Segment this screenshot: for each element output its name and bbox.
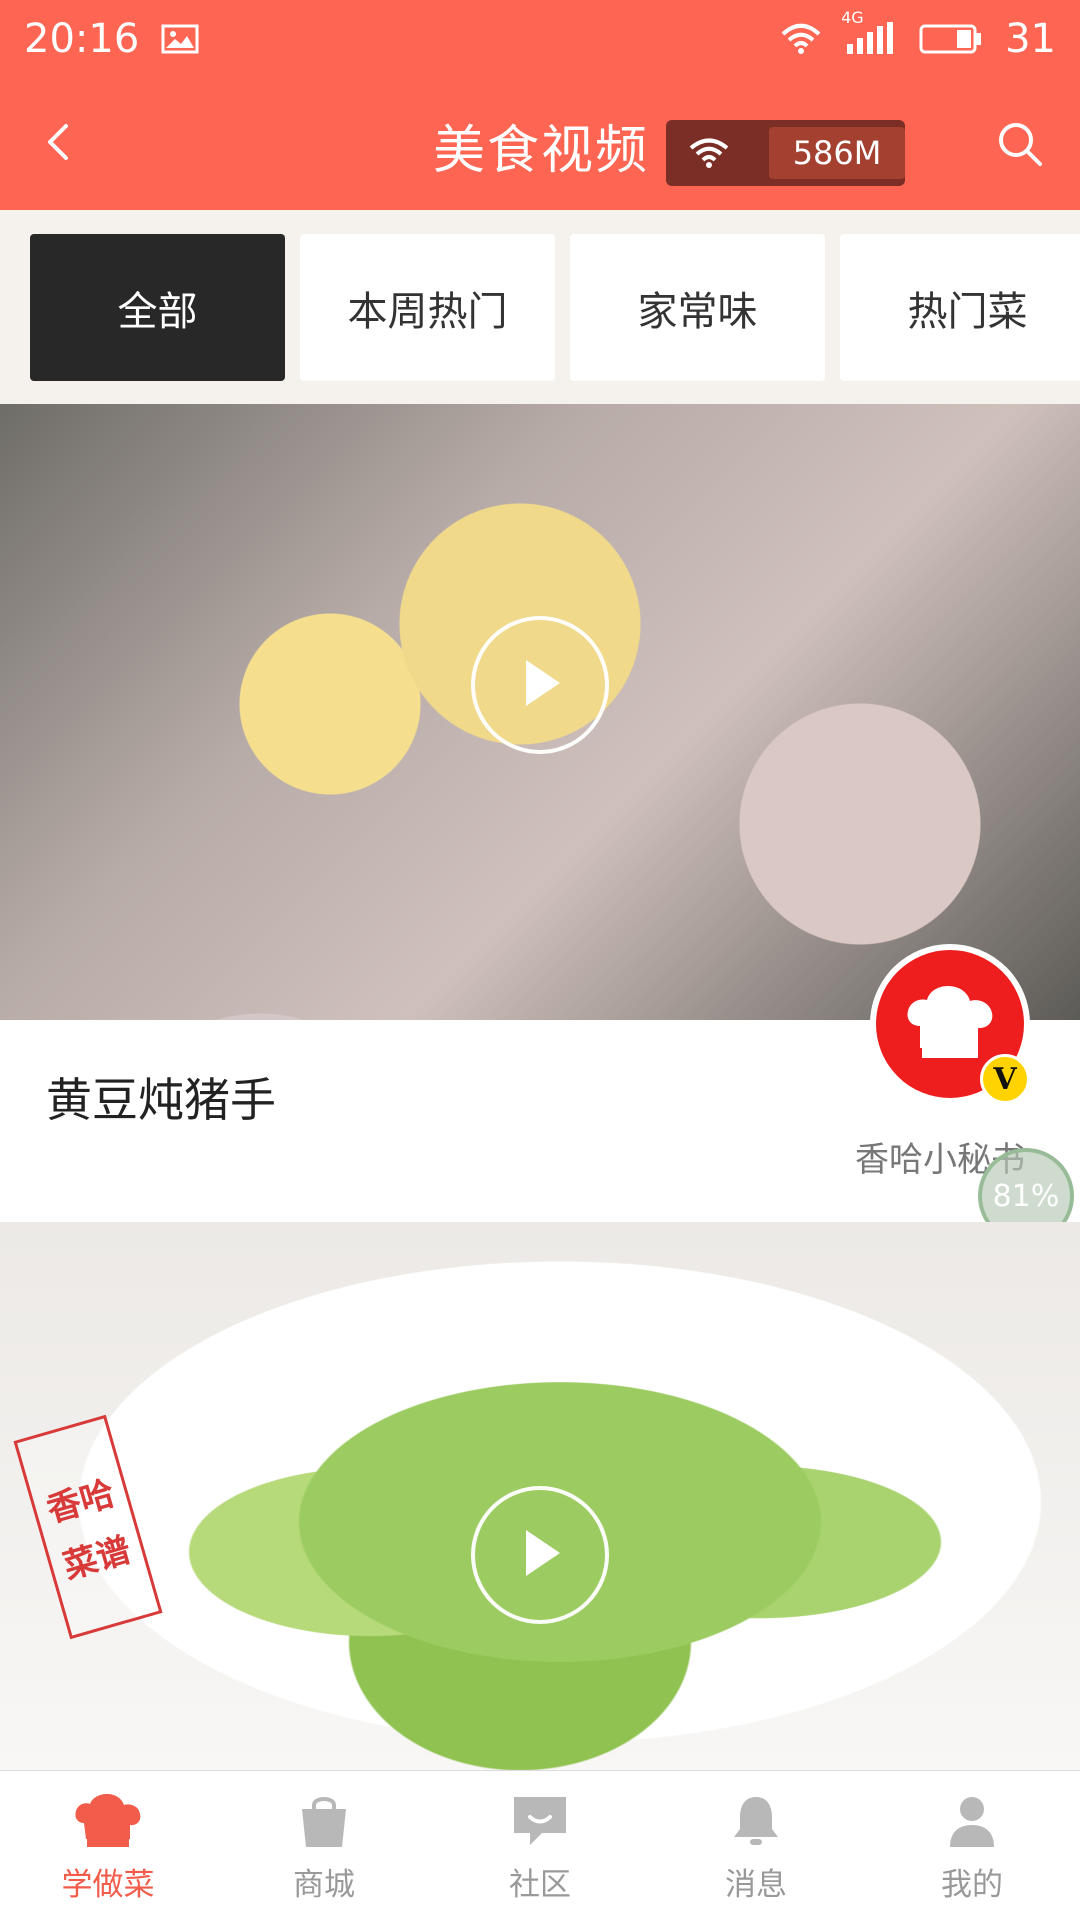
bell-icon — [720, 1789, 792, 1853]
nav-messages[interactable]: 消息 — [648, 1771, 864, 1921]
status-time: 20:16 — [24, 16, 140, 62]
tab-weekly-hot[interactable]: 本周热门 — [300, 234, 555, 381]
chef-hat-icon — [72, 1789, 144, 1853]
tab-label: 热门菜 — [907, 288, 1028, 335]
play-icon — [516, 1526, 564, 1584]
status-right: 4G 31 — [779, 8, 1056, 62]
status-left: 20:16 — [24, 16, 199, 62]
video-thumbnail[interactable] — [0, 404, 1080, 1020]
nav-label: 我的 — [941, 1866, 1003, 1903]
tab-label: 全部 — [117, 288, 198, 335]
tab-all[interactable]: 全部 — [30, 234, 285, 381]
nav-label: 社区 — [509, 1866, 571, 1903]
search-button[interactable] — [990, 116, 1050, 176]
verified-badge: V — [980, 1054, 1030, 1104]
tab-label: 家常味 — [637, 288, 758, 335]
battery-icon — [919, 22, 983, 56]
play-button[interactable] — [471, 616, 609, 754]
image-icon — [161, 24, 199, 54]
nav-community[interactable]: 社区 — [432, 1771, 648, 1921]
wifi-icon — [688, 137, 749, 169]
nav-label: 消息 — [725, 1866, 787, 1903]
play-icon — [516, 656, 564, 714]
nav-learn-cook[interactable]: 学做菜 — [0, 1771, 216, 1921]
chevron-left-icon — [40, 122, 80, 166]
network-usage-value: 586M — [769, 127, 905, 179]
battery-level: 31 — [1005, 16, 1056, 62]
page-title: 美食视频 — [433, 121, 650, 181]
recipe-title: 黄豆炖猪手 — [46, 1073, 276, 1127]
video-thumbnail[interactable] — [0, 1222, 1080, 1770]
status-bar: 20:16 4G 31 — [0, 0, 1080, 78]
tab-popular-dishes[interactable]: 热门菜 — [840, 234, 1080, 381]
shopping-bag-icon — [288, 1789, 360, 1853]
nav-label: 学做菜 — [61, 1866, 155, 1903]
network-type-label: 4G — [841, 8, 864, 27]
chef-hat-icon — [902, 982, 998, 1066]
tab-home-style[interactable]: 家常味 — [570, 234, 825, 381]
watermark-line-2: 菜谱 — [58, 1530, 136, 1588]
user-icon — [936, 1789, 1008, 1853]
signal-icon: 4G — [841, 8, 897, 56]
tab-label: 本周热门 — [347, 288, 508, 335]
nav-mall[interactable]: 商城 — [216, 1771, 432, 1921]
header: 美食视频 586M — [0, 78, 1080, 210]
bottom-navigation: 学做菜 商城 社区 消息 我的 — [0, 1770, 1080, 1921]
watermark-line-1: 香哈 — [42, 1473, 120, 1531]
play-button[interactable] — [471, 1486, 609, 1624]
chat-icon — [504, 1789, 576, 1853]
wifi-icon — [779, 22, 823, 56]
nav-label: 商城 — [293, 1866, 355, 1903]
category-tabs: 全部 本周热门 家常味 热门菜 — [0, 210, 1080, 404]
network-usage-badge[interactable]: 586M — [666, 120, 905, 186]
search-icon — [996, 120, 1044, 172]
nav-profile[interactable]: 我的 — [864, 1771, 1080, 1921]
back-button[interactable] — [30, 114, 90, 174]
